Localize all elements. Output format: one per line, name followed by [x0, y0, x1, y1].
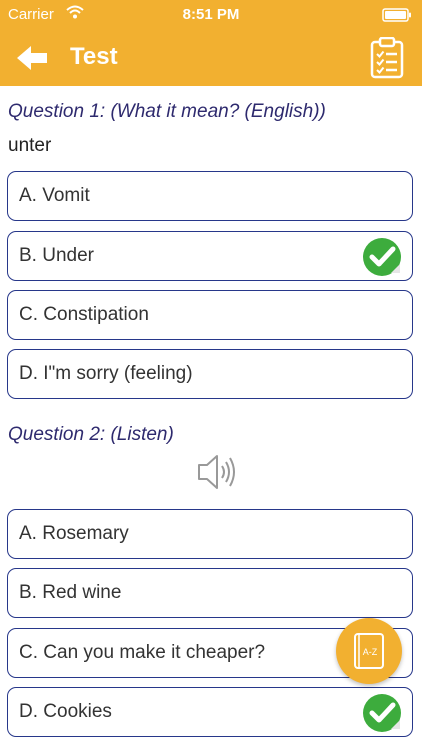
- checkmark-icon: [362, 237, 402, 277]
- question-2-label: Question 2: (Listen): [8, 424, 174, 445]
- speaker-icon[interactable]: [194, 450, 238, 494]
- question-1-word: unter: [8, 135, 52, 156]
- option-text: D. Cookies: [19, 701, 112, 722]
- dictionary-button[interactable]: A-Z: [336, 618, 402, 684]
- question-1-label: Question 1: (What it mean? (English)): [8, 101, 326, 122]
- q1-option-a[interactable]: A. Vomit: [7, 171, 413, 221]
- option-text: C. Can you make it cheaper?: [19, 642, 266, 663]
- q1-option-b[interactable]: B. Under: [7, 231, 413, 281]
- option-text: C. Constipation: [19, 304, 149, 325]
- option-text: B. Red wine: [19, 582, 122, 603]
- q2-option-b[interactable]: B. Red wine: [7, 568, 413, 618]
- option-text: A. Rosemary: [19, 523, 129, 544]
- q2-option-a[interactable]: A. Rosemary: [7, 509, 413, 559]
- option-text: D. I"m sorry (feeling): [19, 363, 193, 384]
- option-text: A. Vomit: [19, 185, 90, 206]
- status-bar: Carrier 8:51 PM: [0, 0, 422, 30]
- clipboard-checklist-icon[interactable]: [370, 36, 404, 79]
- q2-option-d[interactable]: D. Cookies: [7, 687, 413, 737]
- page-title: Test: [70, 43, 118, 70]
- nav-bar: Test: [0, 30, 422, 86]
- checkmark-icon: [362, 693, 402, 733]
- q1-option-c[interactable]: C. Constipation: [7, 290, 413, 340]
- option-text: B. Under: [19, 245, 94, 266]
- q1-option-d[interactable]: D. I"m sorry (feeling): [7, 349, 413, 399]
- back-arrow-icon[interactable]: [14, 42, 54, 74]
- fab-label: A-Z: [363, 647, 378, 657]
- battery-icon: [382, 8, 412, 26]
- clock: 8:51 PM: [182, 6, 240, 23]
